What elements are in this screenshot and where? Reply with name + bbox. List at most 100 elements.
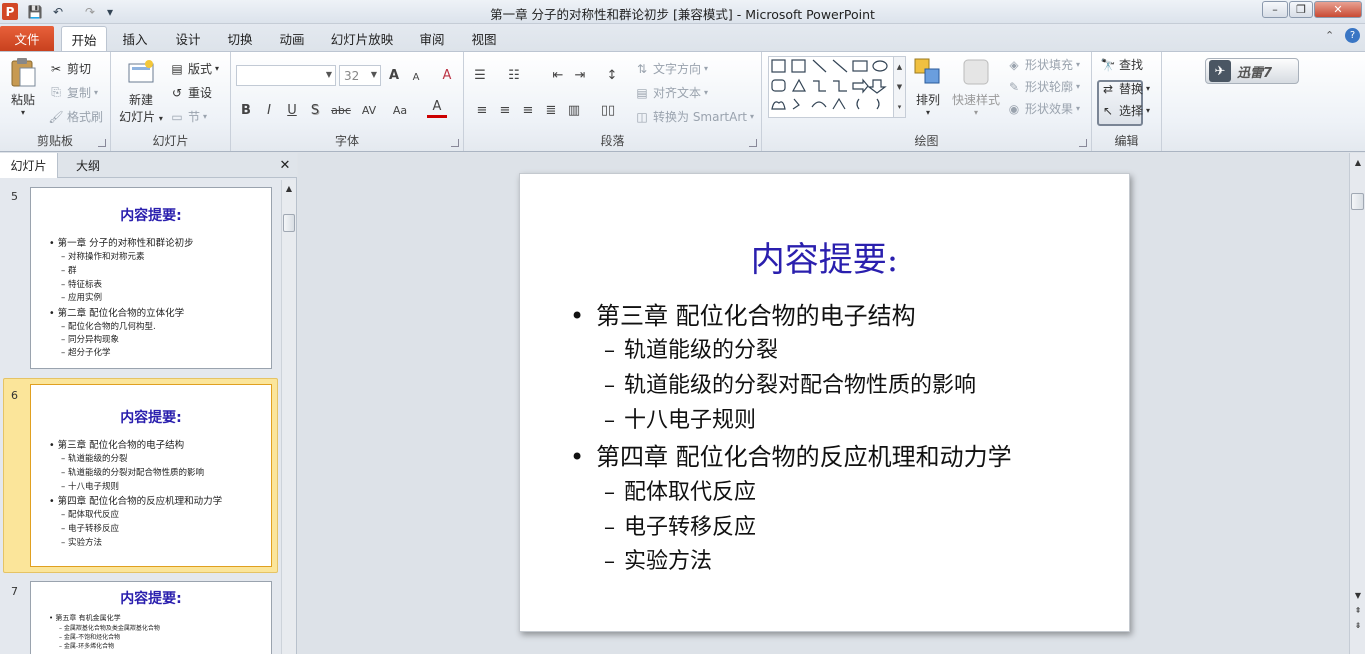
panel-close-icon[interactable]: ✕: [276, 153, 294, 178]
font-size-combo[interactable]: 32 ▼: [339, 65, 381, 86]
close-button[interactable]: ✕: [1314, 1, 1362, 18]
tab-panel-outline[interactable]: 大纲: [60, 153, 116, 178]
grow-font-button[interactable]: A: [384, 65, 404, 85]
thumb-title: 内容提要:: [120, 591, 182, 607]
shape-outline-button[interactable]: ✎ 形状轮廓 ▾: [1006, 78, 1080, 95]
format-painter-button[interactable]: 🖌 格式刷: [48, 108, 103, 125]
current-slide[interactable]: 内容提要: • 第三章 配位化合物的电子结构 – 轨道能级的分裂 – 轨道能级的分裂对…: [519, 173, 1130, 632]
tab-slideshow[interactable]: 幻灯片放映: [326, 26, 398, 51]
increase-indent-icon[interactable]: ⇥: [570, 65, 590, 85]
slide-sub-line[interactable]: – 配体取代反应: [604, 474, 756, 506]
bold-button[interactable]: B: [236, 100, 256, 120]
numbering-icon[interactable]: ☷: [504, 65, 524, 85]
underline-button[interactable]: U: [282, 100, 302, 120]
align-center-icon[interactable]: ≡: [495, 100, 515, 120]
quick-styles-icon: [963, 59, 989, 85]
title-bar: P 💾 ↶ ↷ ▾ 第一章 分子的对称性和群论初步 [兼容模式] - Micro…: [0, 0, 1365, 24]
paragraph-launcher[interactable]: [749, 139, 757, 147]
quick-styles-button[interactable]: 快速样式 ▾: [950, 56, 1002, 117]
thumb-line: – 十八电子规则: [61, 482, 119, 492]
slide-bullet-line[interactable]: • 第四章 配位化合物的反应机理和动力学: [570, 437, 1012, 472]
section-button[interactable]: ▭ 节 ▾: [169, 108, 207, 125]
reset-button[interactable]: ↺ 重设: [169, 84, 212, 101]
shrink-font-button[interactable]: A: [406, 67, 426, 87]
slide-thumbnail-6[interactable]: 内容提要: • 第三章 配位化合物的电子结构 – 轨道能级的分裂 – 轨道能级的…: [30, 384, 272, 567]
editor-scrollbar[interactable]: ▲ ▼ ⇞ ⇟: [1349, 153, 1365, 654]
tab-design[interactable]: 设计: [168, 26, 208, 51]
slide-title[interactable]: 内容提要:: [520, 232, 1129, 281]
strikethrough-button[interactable]: abc: [328, 100, 354, 120]
shapes-gallery-scroll[interactable]: ▲ ▼ ▾: [893, 57, 905, 117]
slide-thumbnail-5[interactable]: 内容提要: • 第一章 分子的对称性和群论初步 – 对称操作和对称元素 – 群 …: [30, 187, 272, 369]
distributed-icon[interactable]: ▥: [564, 100, 584, 120]
font-name-combo[interactable]: ▼: [236, 65, 336, 86]
new-slide-button[interactable]: 新建 幻灯片 ▾: [115, 56, 167, 125]
ribbon-minimize-icon[interactable]: ⌃: [1325, 29, 1334, 42]
bullets-icon[interactable]: ☰: [470, 65, 490, 85]
group-label-slides: 幻灯片: [152, 134, 189, 148]
copy-button[interactable]: ⎘ 复制 ▾: [48, 84, 98, 101]
justify-icon[interactable]: ≣: [541, 100, 561, 120]
change-case-button[interactable]: Aa: [388, 100, 412, 120]
restore-button[interactable]: ❐: [1289, 1, 1313, 18]
clipboard-launcher[interactable]: [98, 139, 106, 147]
shape-fill-button[interactable]: ◈ 形状填充 ▾: [1006, 56, 1080, 73]
help-icon[interactable]: ?: [1345, 28, 1360, 43]
cut-button[interactable]: ✂ 剪切: [48, 60, 91, 77]
smartart-button[interactable]: ◫ 转换为 SmartArt ▾: [634, 108, 754, 125]
char-spacing-button[interactable]: AV: [357, 100, 381, 120]
align-text-button[interactable]: ▤ 对齐文本 ▾: [634, 84, 708, 101]
text-direction-button[interactable]: ⇅ 文字方向 ▾: [634, 60, 708, 77]
columns-icon[interactable]: ▯▯: [598, 100, 618, 120]
xunlei-button[interactable]: ✈ 迅雷7: [1205, 58, 1299, 84]
shadow-button[interactable]: S: [305, 100, 325, 120]
slide-sub-line[interactable]: – 电子转移反应: [604, 509, 756, 541]
editor-scroll-thumb[interactable]: [1351, 193, 1364, 210]
line-spacing-icon[interactable]: ↕: [602, 65, 622, 85]
tab-home[interactable]: 开始: [61, 26, 107, 51]
tab-review[interactable]: 审阅: [412, 26, 452, 51]
panel-scrollbar[interactable]: ▲: [281, 180, 296, 654]
slide-thumbnail-7[interactable]: 内容提要: • 第五章 有机金属化学 – 金属羰基化合物及类金属羰基化合物 – …: [30, 581, 272, 654]
tab-panel-slides[interactable]: 幻灯片: [0, 153, 58, 178]
font-color-button[interactable]: A: [427, 98, 447, 118]
scroll-down-icon[interactable]: ▼: [1351, 589, 1365, 601]
tab-view[interactable]: 视图: [464, 26, 504, 51]
slide-sub-line[interactable]: – 实验方法: [604, 543, 712, 575]
slide-sub-line[interactable]: – 十八电子规则: [604, 402, 756, 434]
paste-button[interactable]: 粘贴 ▾: [4, 56, 42, 117]
replace-button[interactable]: ⇄ 替换 ▾: [1100, 80, 1150, 97]
group-label-clipboard: 剪贴板: [36, 134, 73, 148]
prev-slide-icon[interactable]: ⇞: [1351, 604, 1365, 616]
layout-button[interactable]: ▤ 版式 ▾: [169, 60, 219, 77]
ribbon-tabs: 文件 开始 插入 设计 切换 动画 幻灯片放映 审阅 视图 ⌃ ?: [0, 24, 1365, 51]
drawing-launcher[interactable]: [1079, 139, 1087, 147]
clear-format-button[interactable]: A: [437, 65, 457, 85]
minimize-button[interactable]: –: [1262, 1, 1288, 18]
tab-file[interactable]: 文件: [0, 26, 54, 51]
decrease-indent-icon[interactable]: ⇤: [548, 65, 568, 85]
thumb-title: 内容提要:: [120, 410, 182, 426]
shape-effects-button[interactable]: ◉ 形状效果 ▾: [1006, 100, 1080, 117]
tab-insert[interactable]: 插入: [115, 26, 155, 51]
tab-animations[interactable]: 动画: [272, 26, 312, 51]
align-left-icon[interactable]: ≡: [472, 100, 492, 120]
thumb-line: – 配体取代反应: [61, 510, 119, 520]
italic-button[interactable]: I: [259, 100, 279, 120]
thumb-line: – 金属-不饱和烃化合物: [59, 634, 121, 641]
align-right-icon[interactable]: ≡: [518, 100, 538, 120]
scroll-up-icon[interactable]: ▲: [282, 182, 296, 194]
font-launcher[interactable]: [451, 139, 459, 147]
find-button[interactable]: 🔭 查找: [1100, 56, 1144, 73]
select-button[interactable]: ↖ 选择 ▾: [1100, 102, 1150, 119]
slide-bullet-line[interactable]: • 第三章 配位化合物的电子结构: [570, 296, 916, 331]
next-slide-icon[interactable]: ⇟: [1351, 619, 1365, 631]
panel-scroll-thumb[interactable]: [283, 214, 295, 232]
tab-transitions[interactable]: 切换: [220, 26, 260, 51]
arrange-button[interactable]: 排列 ▾: [910, 56, 946, 117]
shapes-gallery[interactable]: ▲ ▼ ▾: [768, 56, 906, 118]
scroll-up-icon[interactable]: ▲: [1351, 156, 1365, 168]
copy-icon: ⎘: [51, 85, 61, 99]
slide-sub-line[interactable]: – 轨道能级的分裂对配合物性质的影响: [604, 367, 976, 399]
slide-sub-line[interactable]: – 轨道能级的分裂: [604, 332, 778, 364]
